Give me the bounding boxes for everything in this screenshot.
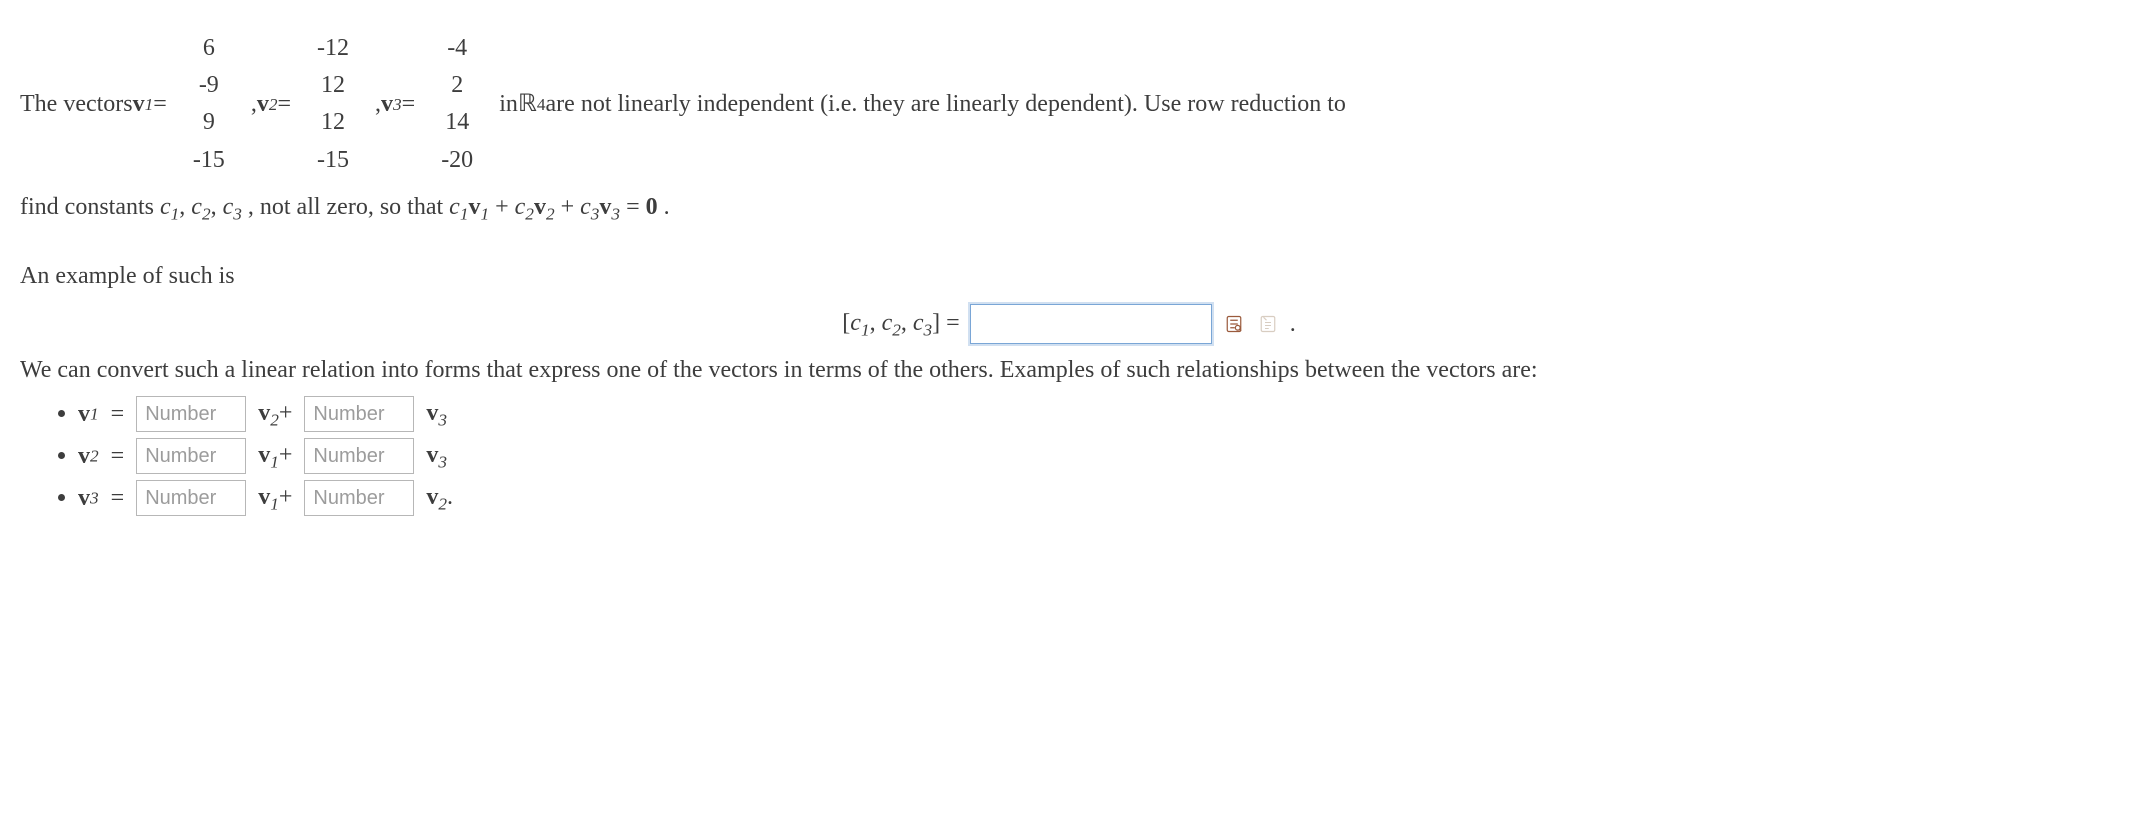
relations-list: v1 = v2+ v3 v2 = v1+ v3 v3 = v1+ v2. (20, 396, 2118, 516)
problem-statement-line2: find constants c1, c2, c3 , not all zero… (20, 191, 2118, 226)
equation-help-icon[interactable] (1257, 311, 1279, 337)
space-R4: ℝ4 (518, 88, 546, 120)
v2-coef-v3-input[interactable] (304, 438, 414, 474)
answer-lhs: [c1, c2, c3] = (842, 307, 959, 342)
coefficients-input[interactable] (970, 304, 1212, 344)
text-in: in (499, 88, 518, 120)
v3-coef-v1-input[interactable] (136, 480, 246, 516)
relation-v2: v2 = v1+ v3 (78, 438, 2118, 474)
vector-v3: -4 2 14 -20 (417, 24, 497, 185)
text-lead: The vectors (20, 88, 133, 120)
relation-v1: v1 = v2+ v3 (78, 396, 2118, 432)
text-tail: are not linearly independent (i.e. they … (546, 88, 1346, 120)
vector-v2: -12 12 12 -15 (293, 24, 373, 185)
problem-statement-line1: The vectors v1 = 6 -9 9 -15 , v2 = -12 1… (20, 24, 2118, 185)
vector-v1-label: v1 = (133, 88, 167, 120)
answer-row: [c1, c2, c3] = . (20, 304, 2118, 344)
v3-coef-v2-input[interactable] (304, 480, 414, 516)
equation-preview-icon[interactable] (1223, 311, 1245, 337)
v1-coef-v3-input[interactable] (304, 396, 414, 432)
vector-v2-label: v2 = (257, 88, 291, 120)
v2-coef-v1-input[interactable] (136, 438, 246, 474)
example-label: An example of such is (20, 260, 2118, 292)
v1-coef-v2-input[interactable] (136, 396, 246, 432)
relation-v3: v3 = v1+ v2. (78, 480, 2118, 516)
answer-period: . (1290, 308, 1296, 340)
vector-v3-label: v3 = (381, 88, 415, 120)
convert-text: We can convert such a linear relation in… (20, 354, 2118, 386)
vector-v1: 6 -9 9 -15 (169, 24, 249, 185)
